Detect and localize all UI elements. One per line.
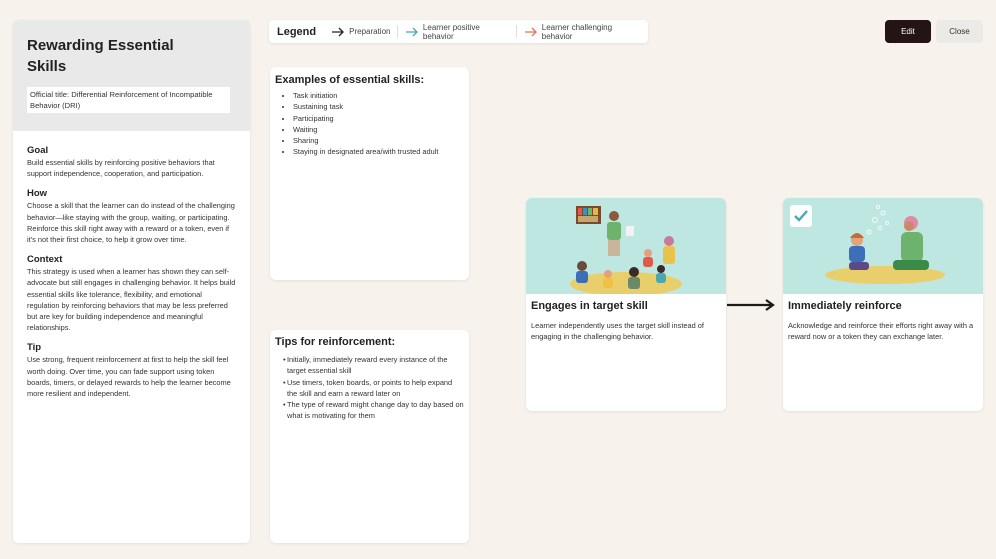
edit-button[interactable]: Edit	[885, 20, 931, 43]
list-item: Staying in designated area/with trusted …	[293, 146, 464, 157]
tip-heading: Tip	[27, 342, 42, 354]
strategy-details-panel: Rewarding Essential Skills Official titl…	[13, 20, 250, 543]
skills-list: Task initiation Sustaining task Particip…	[275, 90, 464, 158]
list-item: Initially, immediately reward every inst…	[283, 354, 464, 377]
legend-item-challenging: Learner challenging behavior	[517, 23, 648, 41]
page-title: Rewarding Essential Skills	[27, 37, 174, 75]
legend-bar: Legend Preparation Learner positive beha…	[269, 20, 648, 43]
flow-step-content: Immediately reinforce Acknowledge and re…	[783, 294, 983, 348]
classroom-illustration	[526, 198, 726, 296]
flow-step-title: Immediately reinforce	[788, 300, 902, 312]
list-item: Use timers, token boards, or points to h…	[283, 377, 464, 400]
list-item: Sharing	[293, 135, 464, 146]
panel-header: Rewarding Essential Skills Official titl…	[13, 20, 250, 131]
tip-text: Use strong, frequent reinforcement at fi…	[27, 355, 231, 399]
legend-title: Legend	[277, 25, 317, 38]
classroom-illustration-icon	[570, 206, 682, 296]
bubbles-illustration	[783, 198, 983, 294]
flow-step-text: Acknowledge and reinforce their efforts …	[788, 321, 974, 342]
context-text: This strategy is used when a learner has…	[27, 267, 236, 333]
how-text: Choose a skill that the learner can do i…	[27, 201, 235, 245]
legend-label: Preparation	[349, 27, 391, 36]
list-item: Waiting	[293, 124, 464, 135]
flow-step-engages-card[interactable]: Engages in target skill Learner independ…	[526, 198, 726, 411]
arrow-right-icon	[332, 27, 345, 36]
flow-step-reinforce-card[interactable]: Immediately reinforce Acknowledge and re…	[783, 198, 983, 411]
how-heading: How	[27, 188, 48, 200]
panel-body: Goal Build essential skills by reinforci…	[13, 131, 250, 399]
flow-step-content: Engages in target skill Learner independ…	[526, 294, 726, 348]
bubbles-illustration-icon	[825, 205, 945, 284]
essential-skills-card: Examples of essential skills: Task initi…	[270, 67, 469, 280]
card-title: Tips for reinforcement:	[275, 336, 396, 348]
tips-list: Initially, immediately reward every inst…	[275, 354, 464, 422]
list-item: Participating	[293, 113, 464, 124]
list-item: Sustaining task	[293, 101, 464, 112]
arrow-right-icon	[406, 27, 419, 36]
close-button[interactable]: Close	[936, 20, 983, 43]
official-title: Official title: Differential Reinforceme…	[27, 87, 230, 113]
flow-step-title: Engages in target skill	[531, 300, 648, 312]
legend-item-preparation: Preparation	[324, 27, 397, 37]
goal-text: Build essential skills by reinforcing po…	[27, 158, 215, 179]
card-title: Examples of essential skills:	[275, 74, 425, 86]
list-item: Task initiation	[293, 90, 464, 101]
arrow-right-icon	[727, 299, 775, 311]
legend-item-positive: Learner positive behavior	[398, 23, 516, 41]
check-icon	[790, 205, 812, 227]
flow-step-text: Learner independently uses the target sk…	[531, 321, 704, 342]
arrow-right-icon	[525, 27, 538, 36]
legend-label: Learner challenging behavior	[541, 22, 613, 41]
context-heading: Context	[27, 254, 63, 266]
tips-card: Tips for reinforcement: Initially, immed…	[270, 330, 469, 543]
list-item: The type of reward might change day to d…	[283, 399, 464, 422]
goal-heading: Goal	[27, 145, 49, 156]
legend-label: Learner positive behavior	[422, 22, 480, 41]
